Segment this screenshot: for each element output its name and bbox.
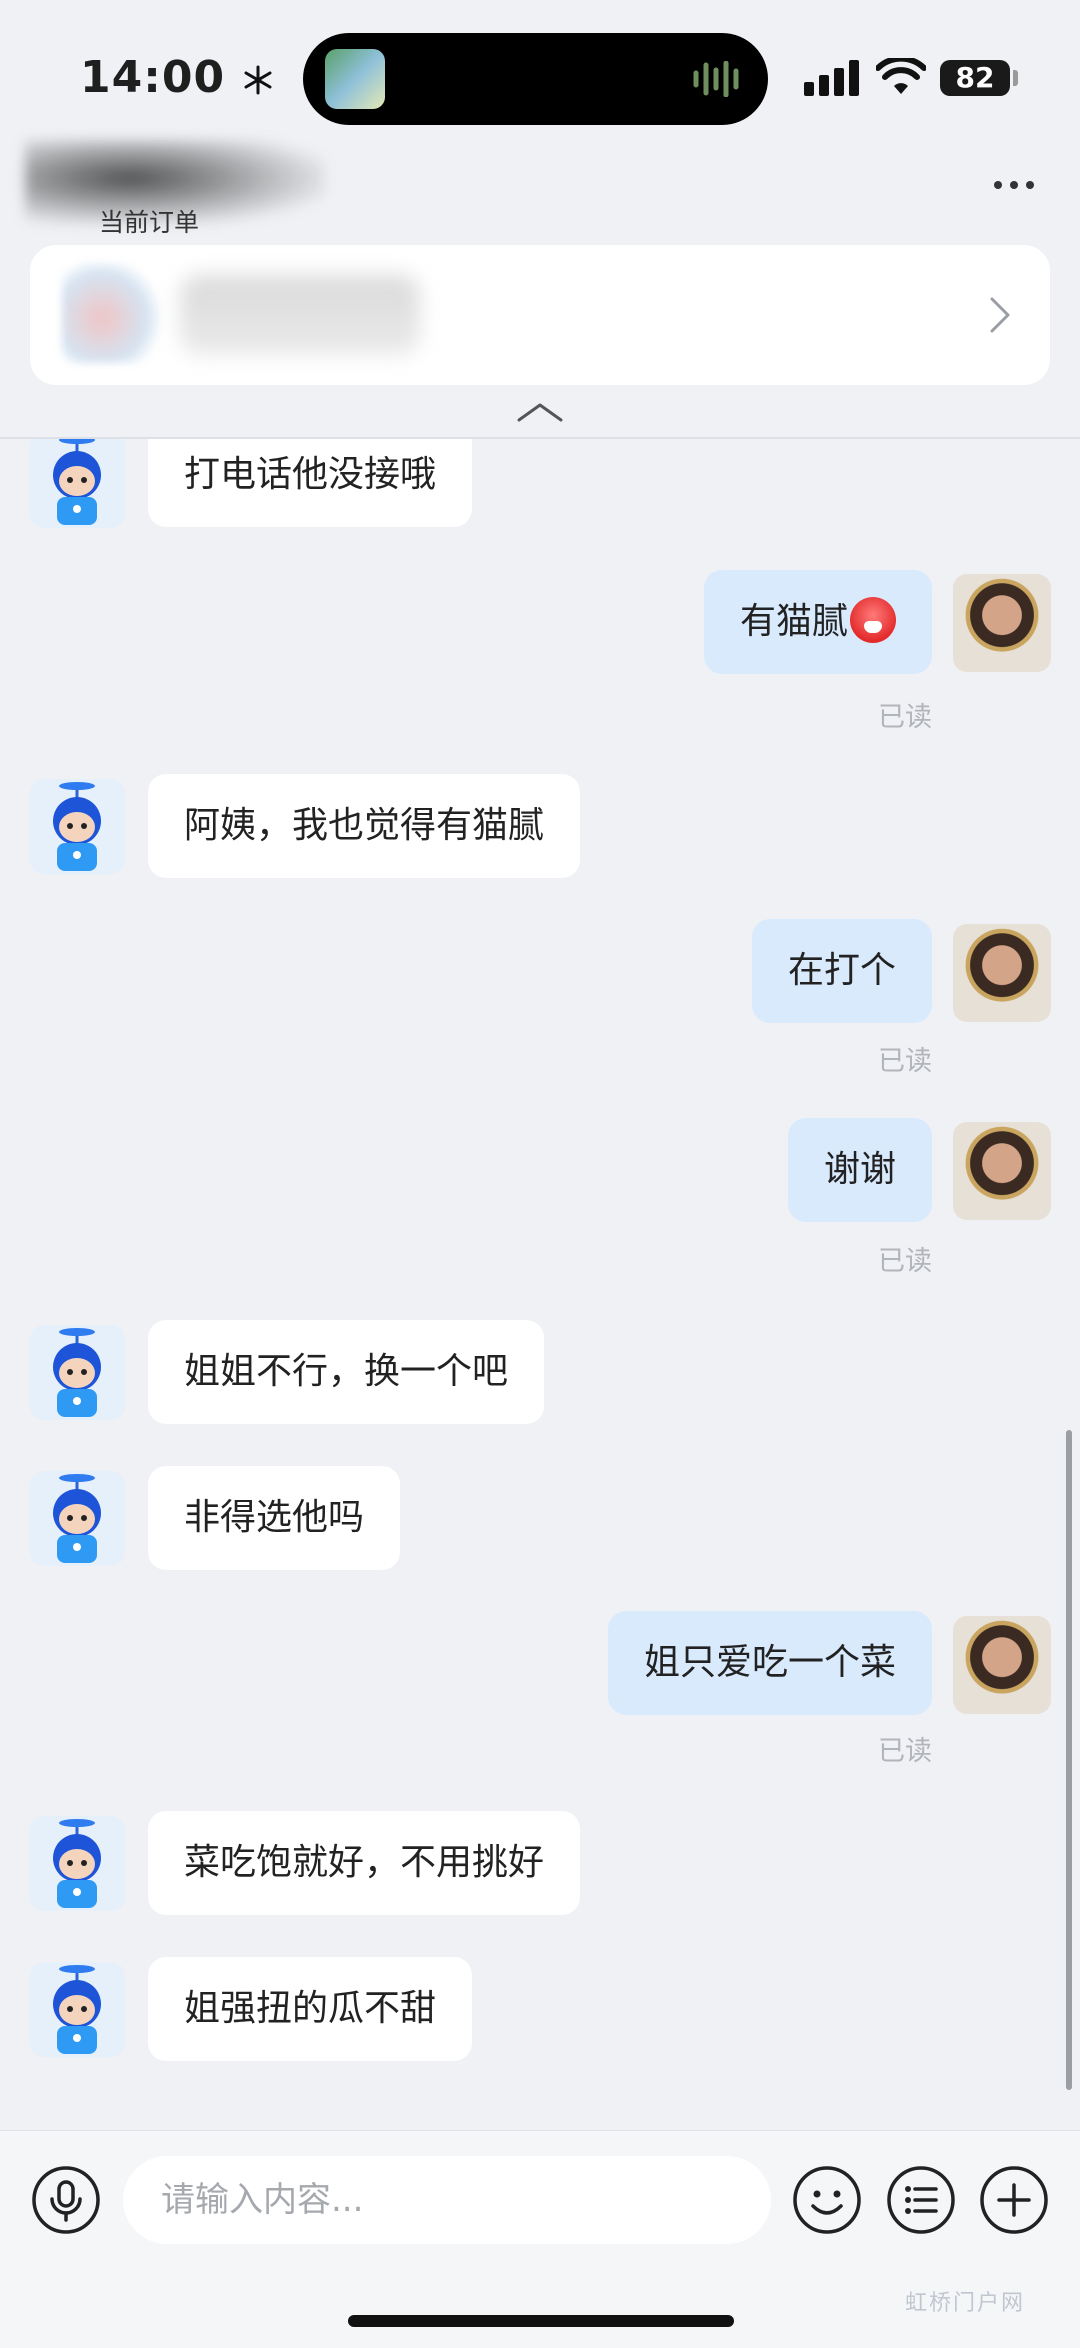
home-indicator[interactable]	[348, 2315, 734, 2327]
message-text: 有猫腻	[739, 601, 848, 642]
read-receipt: 已读	[878, 1246, 932, 1277]
bot-avatar[interactable]	[30, 439, 125, 528]
wifi-icon	[876, 58, 926, 94]
read-receipt: 已读	[878, 1046, 932, 1077]
chevron-up-icon[interactable]	[515, 400, 565, 424]
chat-scrollbar[interactable]	[1066, 1430, 1072, 2090]
user-avatar[interactable]	[953, 924, 1051, 1022]
chevron-right-icon	[990, 297, 1010, 333]
read-receipt: 已读	[878, 702, 932, 733]
audio-wave-icon	[693, 61, 739, 97]
message-bubble-out[interactable]: 谢谢	[787, 1118, 932, 1222]
user-avatar[interactable]	[953, 1122, 1051, 1220]
bot-avatar[interactable]	[30, 779, 125, 874]
status-time: 14:00	[80, 52, 273, 103]
user-avatar[interactable]	[953, 1616, 1051, 1714]
status-bar: 14:00 82	[0, 0, 1080, 140]
message-bubble-out[interactable]: 在打个	[751, 919, 932, 1023]
current-order-label: 当前订单	[99, 208, 200, 237]
now-playing-thumbnail	[325, 49, 385, 109]
microphone-icon[interactable]	[31, 2165, 101, 2235]
current-order-card[interactable]	[30, 245, 1050, 385]
message-bubble-out[interactable]: 姐只爱吃一个菜	[607, 1611, 932, 1715]
watermark: 虹桥门户网	[905, 2291, 1026, 2316]
list-icon[interactable]	[886, 2165, 956, 2235]
battery-tip	[1013, 70, 1018, 86]
order-info-redacted	[180, 275, 420, 355]
read-receipt: 已读	[878, 1736, 932, 1767]
message-input[interactable]	[123, 2156, 771, 2244]
bot-avatar[interactable]	[30, 1325, 125, 1420]
cellular-signal-icon	[804, 60, 859, 96]
bot-avatar[interactable]	[30, 1471, 125, 1566]
chat-messages[interactable]: 打电话他没接哦 有猫腻 已读 阿姨，我也觉得有猫腻 在打个 已读 谢谢 已读 姐…	[0, 439, 1080, 2129]
message-bubble-in[interactable]: 姐姐不行，换一个吧	[148, 1320, 545, 1424]
dynamic-island[interactable]	[303, 33, 768, 125]
message-bubble-in[interactable]: 非得选他吗	[148, 1466, 401, 1570]
message-bubble-in[interactable]: 姐强扭的瓜不甜	[148, 1957, 473, 2061]
message-bubble-in[interactable]: 阿姨，我也觉得有猫腻	[148, 774, 581, 878]
user-avatar[interactable]	[953, 574, 1051, 672]
more-icon[interactable]	[990, 170, 1038, 200]
snowflake-icon	[244, 65, 272, 95]
order-thumbnail-redacted	[62, 263, 162, 363]
message-bubble-in[interactable]: 打电话他没接哦	[148, 439, 473, 527]
angry-face-icon	[850, 597, 896, 643]
battery-indicator: 82	[940, 60, 1010, 96]
message-bubble-in[interactable]: 菜吃饱就好，不用挑好	[148, 1811, 581, 1915]
plus-icon[interactable]	[979, 2165, 1049, 2235]
chat-header: 当前订单	[0, 130, 1080, 435]
bot-avatar[interactable]	[30, 1962, 125, 2057]
bot-avatar[interactable]	[30, 1816, 125, 1911]
message-bubble-out[interactable]: 有猫腻	[703, 570, 932, 674]
smiley-icon[interactable]	[792, 2165, 862, 2235]
